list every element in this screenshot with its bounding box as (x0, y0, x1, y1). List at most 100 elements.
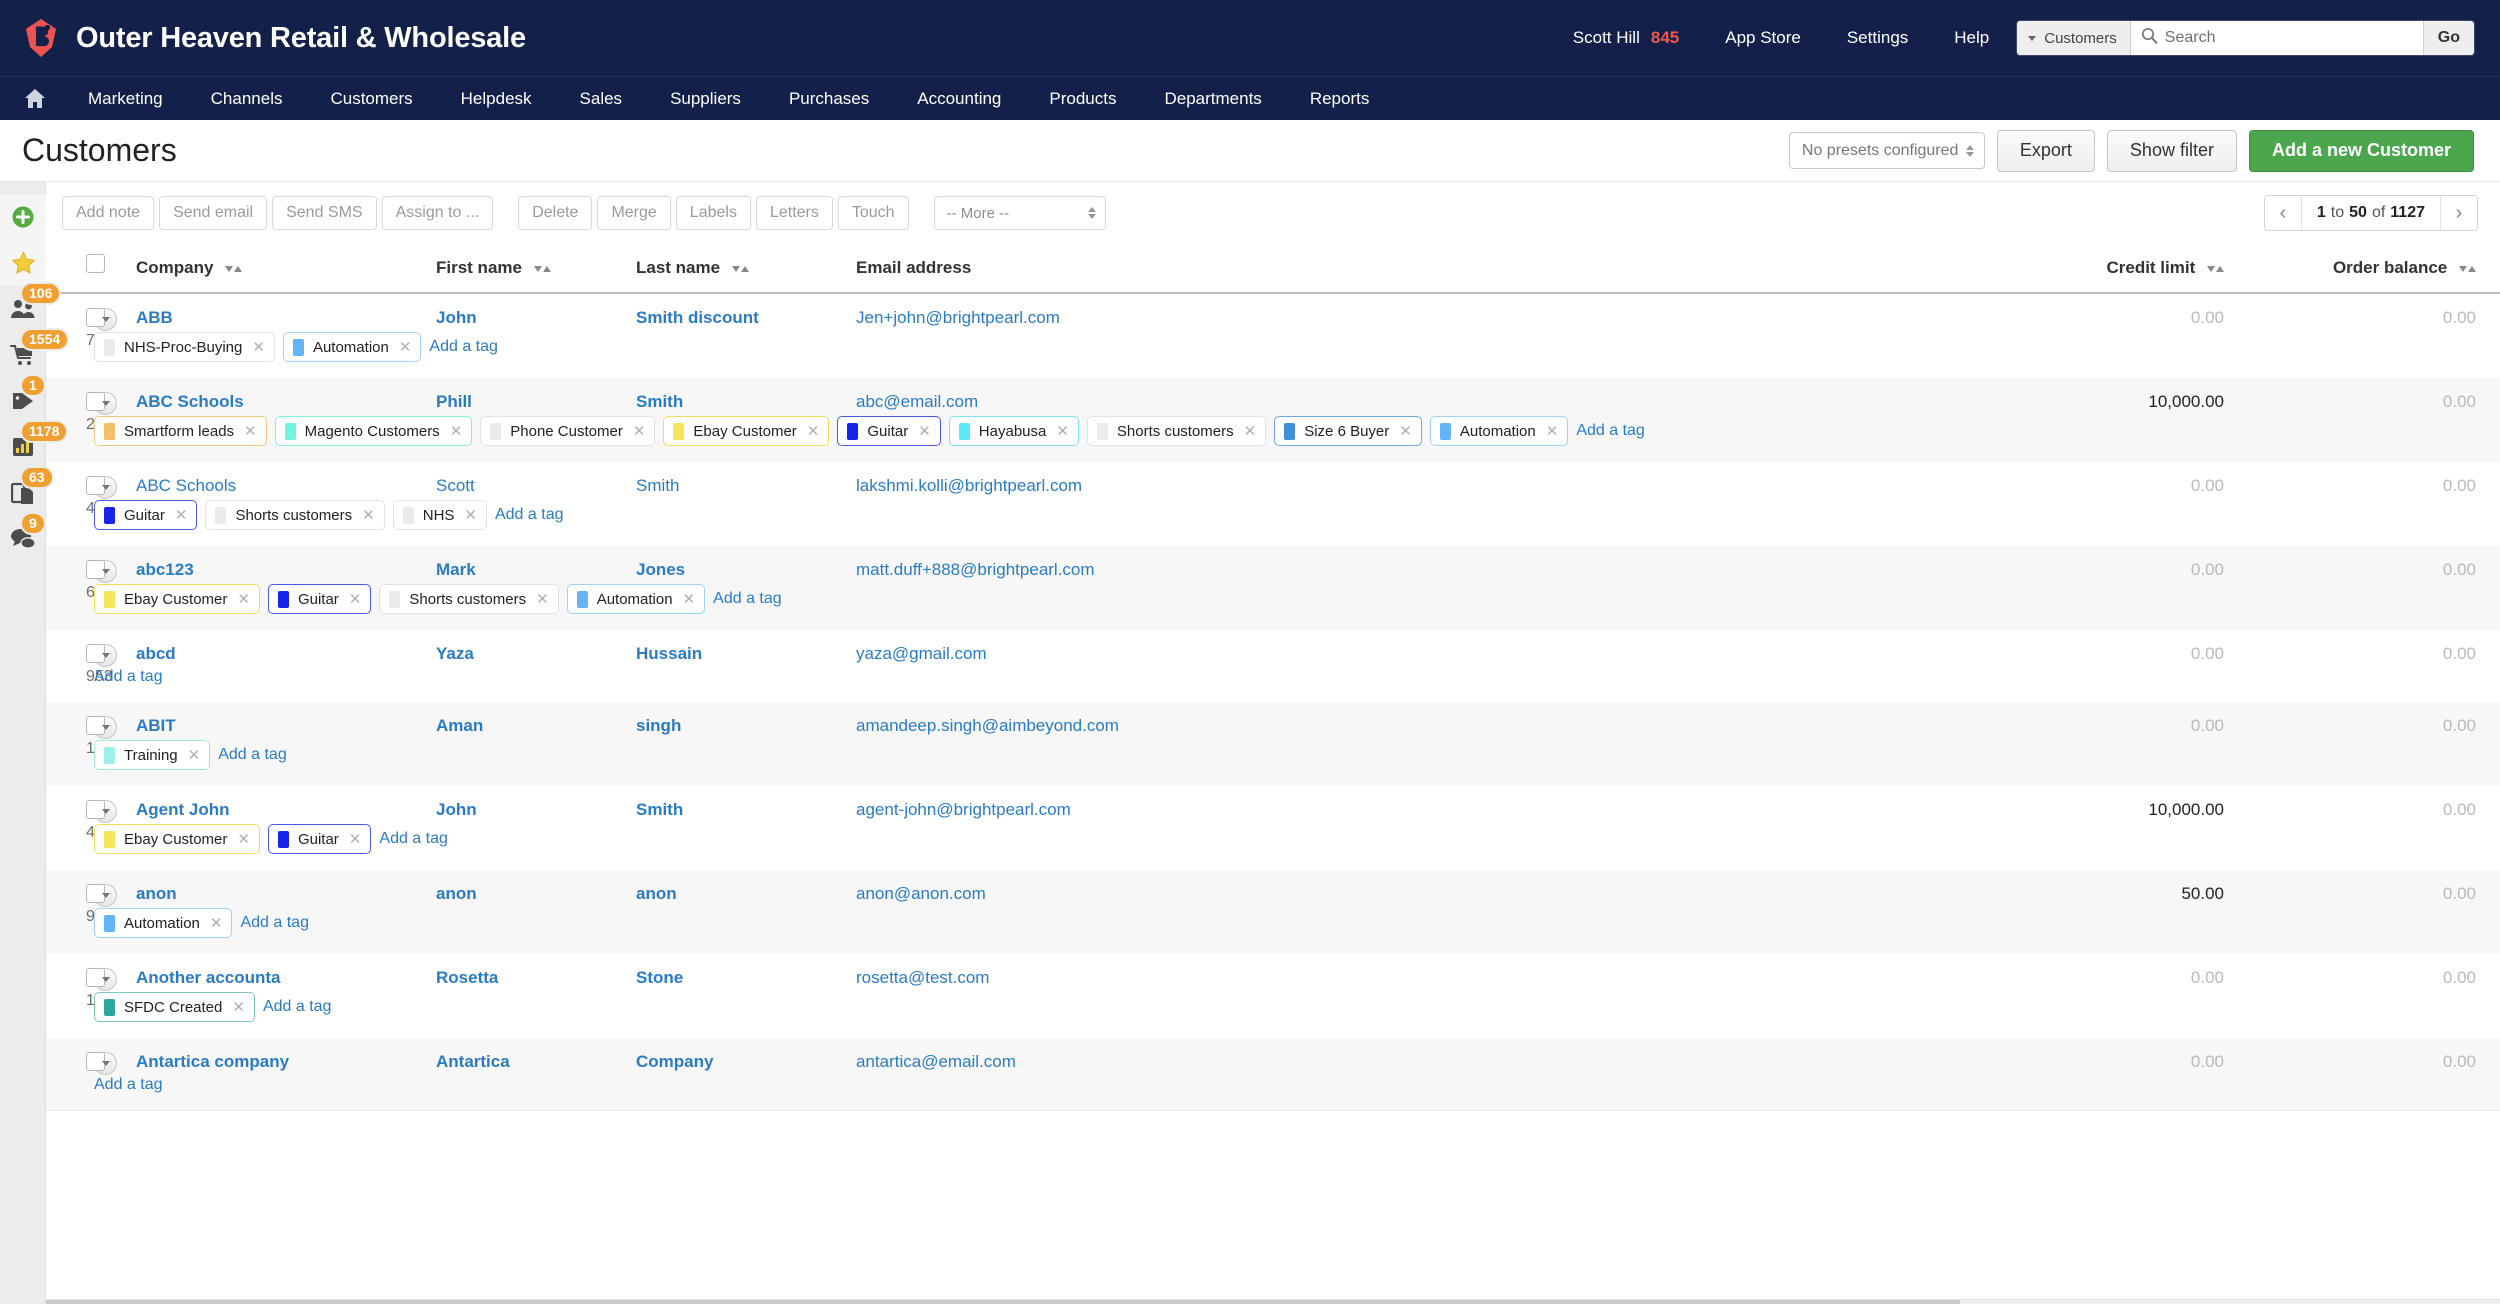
rail-item-favourites[interactable] (0, 240, 46, 286)
header-link-help[interactable]: Help (1954, 28, 1989, 48)
email-link[interactable]: antartica@email.com (856, 1052, 1016, 1071)
tag-chip[interactable]: Phone Customer✕ (480, 416, 655, 446)
rail-item-reports[interactable]: 1178 (0, 424, 46, 470)
last-name-link[interactable]: Jones (636, 560, 685, 579)
sort-icon-company[interactable] (225, 266, 242, 272)
email-link[interactable]: anon@anon.com (856, 884, 986, 903)
table-row[interactable]: ABC SchoolsPhillSmithabc@email.com10,000… (46, 378, 2500, 416)
add-a-tag-link[interactable]: Add a tag (495, 506, 564, 524)
tag-chip[interactable]: Guitar✕ (268, 824, 371, 854)
nav-item-sales[interactable]: Sales (556, 77, 647, 121)
header-link-app-store[interactable]: App Store (1725, 28, 1801, 48)
last-name-link[interactable]: Smith discount (636, 308, 759, 327)
remove-tag-icon[interactable]: ✕ (918, 422, 931, 440)
first-name-link[interactable]: John (436, 800, 477, 819)
remove-tag-icon[interactable]: ✕ (633, 422, 646, 440)
company-link[interactable]: abc123 (136, 560, 194, 579)
remove-tag-icon[interactable]: ✕ (237, 830, 250, 848)
first-name-link[interactable]: anon (436, 884, 477, 903)
remove-tag-icon[interactable]: ✕ (1056, 422, 1069, 440)
merge-button[interactable]: Merge (597, 196, 670, 230)
preset-dropdown[interactable]: No presets configured (1789, 132, 1985, 169)
chevron-left-icon[interactable]: ‹ (2265, 196, 2301, 230)
company-link[interactable]: ABIT (136, 716, 176, 735)
search-go-button[interactable]: Go (2423, 21, 2474, 55)
first-name-link[interactable]: Phill (436, 392, 472, 411)
last-name-link[interactable]: Hussain (636, 644, 702, 663)
table-row[interactable]: ABITAmansinghamandeep.singh@aimbeyond.co… (46, 702, 2500, 740)
first-name-link[interactable]: Antartica (436, 1052, 510, 1071)
remove-tag-icon[interactable]: ✕ (683, 590, 696, 608)
email-link[interactable]: Jen+john@brightpearl.com (856, 308, 1060, 327)
first-name-link[interactable]: John (436, 308, 477, 327)
column-header-last-name[interactable]: Last name (636, 244, 856, 293)
rail-item-documents[interactable]: 63 (0, 470, 46, 516)
table-row[interactable]: Agent John John Smith agent-john@brightpear… (46, 786, 2500, 824)
email-link[interactable]: lakshmi.kolli@brightpearl.com (856, 476, 1082, 495)
tag-chip[interactable]: Automation✕ (1430, 416, 1568, 446)
assign-to-button[interactable]: Assign to ... (382, 196, 494, 230)
sort-icon-first-name[interactable] (534, 266, 551, 272)
rail-item-orders[interactable]: 1554 (0, 332, 46, 378)
header-link-settings[interactable]: Settings (1847, 28, 1908, 48)
search-input[interactable] (2165, 29, 2413, 47)
sort-icon-last-name[interactable] (732, 266, 749, 272)
remove-tag-icon[interactable]: ✕ (188, 746, 201, 764)
add-note-button[interactable]: Add note (62, 196, 154, 230)
remove-tag-icon[interactable]: ✕ (232, 998, 245, 1016)
remove-tag-icon[interactable]: ✕ (244, 422, 257, 440)
table-row[interactable]: ABB John Smith discount Jen+john@brightpear… (46, 293, 2500, 332)
send-email-button[interactable]: Send email (159, 196, 267, 230)
labels-button[interactable]: Labels (676, 196, 751, 230)
tag-chip[interactable]: Ebay Customer✕ (94, 824, 260, 854)
company-link[interactable]: ABB (136, 308, 173, 327)
company-link[interactable]: Agent John (136, 800, 230, 819)
tag-chip[interactable]: NHS-Proc-Buying✕ (94, 332, 275, 362)
remove-tag-icon[interactable]: ✕ (349, 830, 362, 848)
last-name-link[interactable]: singh (636, 716, 681, 735)
tag-chip[interactable]: Ebay Customer✕ (663, 416, 829, 446)
rail-item-messages[interactable]: 9 (0, 516, 46, 562)
tag-chip[interactable]: Magento Customers✕ (275, 416, 473, 446)
company-link[interactable]: ABC Schools (136, 476, 236, 495)
remove-tag-icon[interactable]: ✕ (464, 506, 477, 524)
sort-icon-order-balance[interactable] (2459, 266, 2476, 272)
tag-chip[interactable]: Size 6 Buyer✕ (1274, 416, 1422, 446)
first-name-link[interactable]: Scott (436, 476, 475, 495)
remove-tag-icon[interactable]: ✕ (237, 590, 250, 608)
sort-icon-credit-limit[interactable] (2207, 266, 2224, 272)
tag-chip[interactable]: Guitar✕ (837, 416, 940, 446)
export-button[interactable]: Export (1997, 130, 2095, 172)
remove-tag-icon[interactable]: ✕ (362, 506, 375, 524)
show-filter-button[interactable]: Show filter (2107, 130, 2237, 172)
tag-chip[interactable]: Shorts customers✕ (1087, 416, 1266, 446)
user-chip[interactable]: Scott Hill 845 (1573, 28, 1679, 48)
remove-tag-icon[interactable]: ✕ (175, 506, 188, 524)
company-link[interactable]: Antartica company (136, 1052, 289, 1071)
table-row[interactable]: abc123MarkJonesmatt.duff+888@brightpearl… (46, 546, 2500, 584)
more-actions-dropdown[interactable]: -- More -- (934, 196, 1106, 230)
remove-tag-icon[interactable]: ✕ (1244, 422, 1257, 440)
company-link[interactable]: abcd (136, 644, 176, 663)
add-a-tag-link[interactable]: Add a tag (1576, 422, 1645, 440)
tag-chip[interactable]: Guitar✕ (94, 500, 197, 530)
remove-tag-icon[interactable]: ✕ (210, 914, 223, 932)
tag-chip[interactable]: Shorts customers✕ (205, 500, 384, 530)
rail-item-add[interactable] (0, 194, 46, 240)
last-name-link[interactable]: anon (636, 884, 677, 903)
nav-item-products[interactable]: Products (1025, 77, 1140, 121)
tag-chip[interactable]: Automation✕ (283, 332, 421, 362)
touch-button[interactable]: Touch (838, 196, 909, 230)
tag-chip[interactable]: Shorts customers✕ (379, 584, 558, 614)
tag-chip[interactable]: Guitar✕ (268, 584, 371, 614)
email-link[interactable]: matt.duff+888@brightpearl.com (856, 560, 1095, 579)
last-name-link[interactable]: Smith (636, 800, 683, 819)
tag-chip[interactable]: Hayabusa✕ (949, 416, 1079, 446)
last-name-link[interactable]: Stone (636, 968, 683, 987)
home-icon[interactable] (14, 88, 64, 109)
email-link[interactable]: abc@email.com (856, 392, 978, 411)
email-link[interactable]: agent-john@brightpearl.com (856, 800, 1071, 819)
nav-item-purchases[interactable]: Purchases (765, 77, 893, 121)
first-name-link[interactable]: Yaza (436, 644, 474, 663)
add-a-tag-link[interactable]: Add a tag (94, 1076, 163, 1094)
